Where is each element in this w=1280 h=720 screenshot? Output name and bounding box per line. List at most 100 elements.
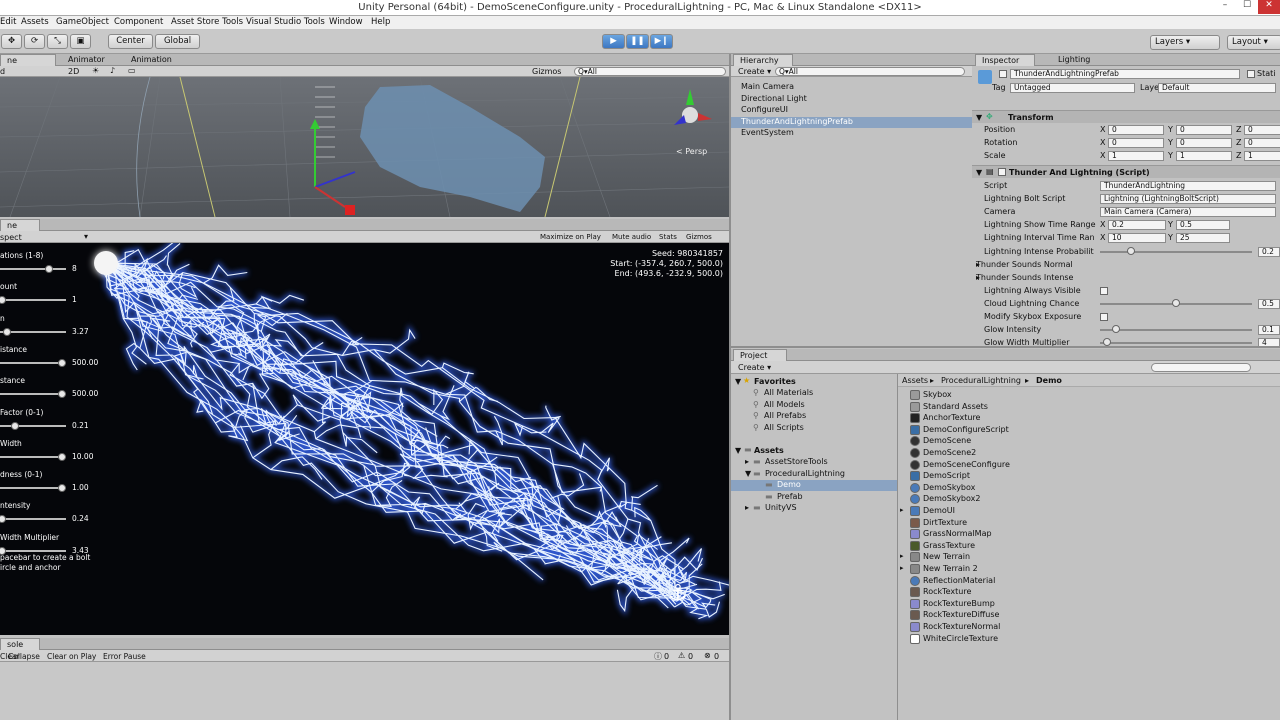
transform-rotation-y-field[interactable]: 0 — [1176, 138, 1232, 148]
asset-item[interactable]: RockTextureNormal — [923, 622, 1000, 631]
transform-scale-y-field[interactable]: 1 — [1176, 151, 1232, 161]
console-warning-icon[interactable]: ⚠ — [678, 651, 685, 660]
asset-item[interactable]: Standard Assets — [923, 402, 988, 411]
hierarchy-create-dropdown[interactable]: Create ▾ — [738, 67, 771, 76]
asset-item[interactable]: DemoScript — [923, 471, 970, 480]
asset-item[interactable]: DemoUI — [923, 506, 955, 515]
prop-slider-knob[interactable] — [1127, 246, 1135, 255]
prop-object-field[interactable]: Lightning (LightningBoltScript) — [1100, 194, 1276, 205]
start-circle-handle[interactable] — [94, 251, 118, 275]
tab-animation[interactable]: Animation — [125, 54, 178, 66]
expand-icon[interactable]: ▸ — [900, 506, 904, 514]
asset-item[interactable]: WhiteCircleTexture — [923, 634, 998, 643]
hierarchy-search-input[interactable]: Q▾All — [775, 67, 965, 76]
asset-item[interactable]: RockTextureBump — [923, 599, 995, 608]
prop-slider-track[interactable] — [1100, 342, 1252, 345]
asset-item[interactable]: DemoScene — [923, 436, 971, 445]
control-slider-track[interactable] — [0, 455, 66, 458]
prop-object-field[interactable]: ThunderAndLightning — [1100, 181, 1276, 191]
transform-position-y-field[interactable]: 0 — [1176, 125, 1232, 135]
prop-slider-value[interactable]: 0.2 — [1258, 246, 1280, 257]
asset-item[interactable]: DemoScene2 — [923, 448, 976, 457]
menu-asset-store-tools[interactable]: Asset Store Tools — [171, 17, 243, 27]
game-gizmos-dropdown[interactable]: Gizmos — [686, 233, 712, 241]
tab-scene[interactable]: ne — [0, 54, 56, 66]
game-viewport[interactable]: ⚓ Seed: 980341857 Start: (-357.4, 260.7,… — [0, 243, 729, 635]
prop-y-field[interactable]: 25 — [1176, 233, 1230, 244]
asset-item[interactable]: AnchorTexture — [923, 413, 980, 422]
menu-edit[interactable]: Edit — [0, 17, 16, 27]
prop-slider-knob[interactable] — [1172, 298, 1180, 307]
stats-toggle[interactable]: Stats — [659, 233, 677, 241]
prop-slider-track[interactable] — [1100, 329, 1252, 332]
control-slider-track[interactable] — [0, 268, 66, 270]
control-slider-track[interactable] — [0, 549, 66, 552]
aspect-dropdown-arrow-icon[interactable]: ▾ — [84, 232, 88, 241]
tree-expand-icon[interactable]: ▸ — [745, 503, 749, 512]
control-slider-track[interactable] — [0, 361, 66, 364]
scale-tool-icon[interactable]: ⤡ — [47, 34, 68, 49]
static-checkbox[interactable] — [1247, 70, 1255, 78]
favorites-label[interactable]: Favorites — [754, 377, 796, 386]
rotate-tool-icon[interactable]: ⟳ — [24, 34, 45, 49]
asset-item[interactable]: New Terrain 2 — [923, 564, 978, 573]
control-slider-knob[interactable] — [58, 358, 66, 367]
asset-item[interactable]: GrassTexture — [923, 541, 975, 550]
control-slider-track[interactable] — [0, 487, 66, 490]
scene-viewport[interactable]: < Persp — [0, 77, 729, 217]
active-checkbox[interactable] — [999, 70, 1007, 78]
project-folder[interactable]: Prefab — [777, 492, 803, 501]
hierarchy-item[interactable]: ThunderAndLightningPrefab — [731, 116, 972, 128]
tab-animator[interactable]: Animator — [62, 54, 111, 66]
menu-component[interactable]: Component — [114, 17, 163, 27]
orientation-gizmo-icon[interactable] — [668, 85, 718, 135]
transform-rotation-z-field[interactable]: 0 — [1244, 138, 1280, 148]
layers-dropdown[interactable]: Layers ▾ — [1150, 35, 1220, 50]
breadcrumb-assets[interactable]: Assets — [902, 376, 928, 385]
breadcrumb-procedural[interactable]: ProceduralLightning — [941, 376, 1021, 385]
control-slider-track[interactable] — [0, 424, 66, 427]
tab-project[interactable]: Project — [733, 349, 787, 361]
asset-item[interactable]: RockTextureDiffuse — [923, 610, 999, 619]
project-folder[interactable]: ProceduralLightning — [765, 469, 845, 478]
scene-shading-mode[interactable]: d — [0, 67, 5, 76]
prop-object-field[interactable]: Main Camera (Camera) — [1100, 207, 1276, 218]
console-error-icon[interactable]: ⊗ — [704, 651, 711, 660]
asset-item[interactable]: ReflectionMaterial — [923, 576, 995, 585]
close-button[interactable]: ✕ — [1258, 0, 1280, 14]
prop-y-field[interactable]: 0.5 — [1176, 220, 1230, 231]
control-slider-knob[interactable] — [58, 452, 66, 461]
layer-dropdown[interactable]: Default — [1158, 83, 1276, 93]
menu-help[interactable]: Help — [371, 17, 390, 27]
prop-x-field[interactable]: 0.2 — [1108, 220, 1166, 231]
script-expand-icon[interactable]: ▼ — [976, 168, 982, 177]
aspect-dropdown[interactable]: spect — [0, 233, 22, 242]
tab-game[interactable]: ne — [0, 219, 40, 231]
persp-label[interactable]: < Persp — [676, 147, 707, 156]
step-button[interactable]: ▶❙ — [650, 34, 673, 49]
hierarchy-item[interactable]: ConfigureUI — [731, 105, 972, 116]
foldout-arrow-icon[interactable]: ▸ — [976, 273, 980, 282]
menu-visual-studio-tools[interactable]: Visual Studio Tools — [246, 17, 325, 27]
move-tool-icon[interactable]: ✥ — [1, 34, 22, 49]
clear-on-play-toggle[interactable]: Clear on Play — [47, 652, 96, 661]
favorites-expand-icon[interactable]: ▼ — [735, 377, 741, 386]
tree-expand-icon[interactable]: ▸ — [745, 457, 749, 466]
project-create-dropdown[interactable]: Create ▾ — [738, 363, 771, 372]
pivot-center-button[interactable]: Center — [108, 34, 153, 49]
script-header[interactable]: ▼ ▤ Thunder And Lightning (Script) — [972, 165, 1280, 178]
hierarchy-item[interactable]: Directional Light — [731, 94, 972, 105]
control-slider-knob[interactable] — [44, 265, 53, 273]
minimize-button[interactable]: – — [1214, 0, 1236, 14]
control-slider-knob[interactable] — [10, 421, 19, 430]
rect-tool-icon[interactable]: ▣ — [70, 34, 91, 49]
prop-slider-value[interactable]: 0.1 — [1258, 325, 1280, 336]
menu-window[interactable]: Window — [329, 17, 363, 27]
prop-checkbox[interactable] — [1100, 313, 1108, 321]
prop-slider-knob[interactable] — [1112, 325, 1120, 334]
effects-toggle-icon[interactable]: ▭ — [128, 66, 136, 75]
asset-item[interactable]: Skybox — [923, 390, 952, 399]
audio-toggle-icon[interactable]: ♪ — [110, 66, 115, 75]
error-pause-toggle[interactable]: Error Pause — [103, 652, 146, 661]
project-tree-row[interactable] — [731, 492, 897, 503]
